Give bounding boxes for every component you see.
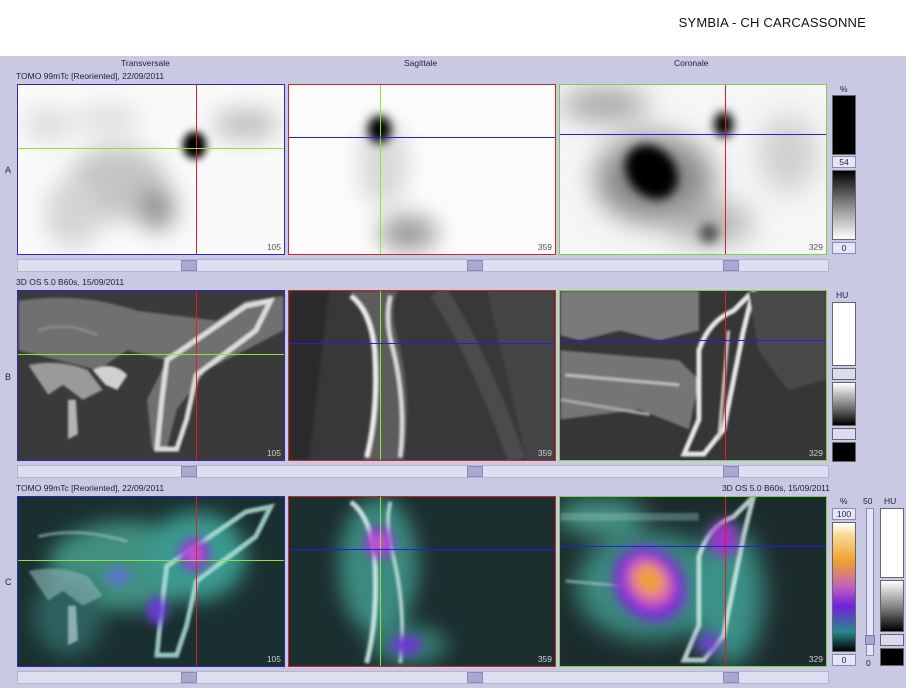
- fusion-color-scale: [832, 522, 856, 652]
- slice-scrollbar-c[interactable]: [17, 671, 829, 684]
- viewport-a-sagittal[interactable]: 359: [288, 84, 556, 255]
- viewport-b-sagittal[interactable]: 359: [288, 290, 556, 461]
- scroll-thumb-sagittal[interactable]: [467, 672, 483, 683]
- fusion-ct-handle[interactable]: [880, 634, 904, 646]
- row-label-b: B: [5, 372, 12, 382]
- scroll-thumb-sagittal[interactable]: [467, 260, 483, 271]
- series-label-row-c-ct: 3D OS 5.0 B60s, 15/09/2011: [721, 483, 830, 493]
- scroll-thumb-coronal[interactable]: [723, 260, 739, 271]
- slice-number: 105: [266, 242, 281, 252]
- ct-coronal-image: [560, 291, 826, 460]
- nm-scale-gradient: [832, 170, 856, 240]
- window-title: SYMBIA - CH CARCASSONNE: [678, 15, 866, 30]
- scroll-thumb-transverse[interactable]: [181, 466, 197, 477]
- ct-transverse-image: [18, 291, 284, 460]
- fusion-ct-gradient: [880, 580, 904, 632]
- blend-min-label: 0: [866, 658, 871, 668]
- scroll-thumb-sagittal[interactable]: [467, 466, 483, 477]
- fusion-coronal-image: [560, 497, 826, 666]
- fusion-sagittal-image: [289, 497, 555, 666]
- row-label-a: A: [5, 165, 12, 175]
- scroll-thumb-transverse[interactable]: [181, 672, 197, 683]
- ct-scale-gradient: [832, 382, 856, 426]
- ct-scale-bottom[interactable]: [832, 442, 856, 462]
- viewport-c-sagittal[interactable]: 359: [288, 496, 556, 667]
- viewport-c-coronal[interactable]: 329: [559, 496, 827, 667]
- slice-number: 359: [537, 242, 552, 252]
- slice-number: 329: [808, 242, 823, 252]
- slice-number: 359: [537, 654, 552, 664]
- slice-number: 105: [266, 654, 281, 664]
- nm-scale-upper-value[interactable]: 54: [832, 156, 856, 168]
- fusion-scale-max[interactable]: 100: [832, 508, 856, 520]
- view-label-transverse: Transversale: [121, 58, 170, 68]
- nm-scale-unit: %: [840, 84, 848, 94]
- view-label-coronal: Coronale: [674, 58, 709, 68]
- viewport-b-coronal[interactable]: 329: [559, 290, 827, 461]
- viewport-a-transverse[interactable]: 105: [17, 84, 285, 255]
- slice-number: 359: [537, 448, 552, 458]
- nm-coronal-image: [560, 88, 818, 246]
- slice-number: 329: [808, 448, 823, 458]
- scroll-thumb-transverse[interactable]: [181, 260, 197, 271]
- view-label-sagittal: Sagittale: [404, 58, 438, 68]
- nm-scale-lower-value[interactable]: 0: [832, 242, 856, 254]
- fusion-ct-scale-top[interactable]: [880, 508, 904, 578]
- fusion-scale-min[interactable]: 0: [832, 654, 856, 666]
- fusion-ct-scale-bottom[interactable]: [880, 648, 904, 666]
- fusion-scale-unit: %: [840, 496, 848, 506]
- slice-number: 329: [808, 654, 823, 664]
- blend-slider-thumb[interactable]: [865, 635, 875, 645]
- ct-window-handle-lower[interactable]: [832, 428, 856, 440]
- slice-scrollbar-b[interactable]: [17, 465, 829, 478]
- fusion-ct-unit: HU: [884, 496, 897, 506]
- nm-transverse-image: [24, 103, 280, 249]
- fusion-transverse-image: [18, 497, 284, 666]
- viewport-c-transverse[interactable]: 105: [17, 496, 285, 667]
- viewport-b-transverse[interactable]: 105: [17, 290, 285, 461]
- nm-scale-top[interactable]: [832, 95, 856, 155]
- series-label-row-b: 3D OS 5.0 B60s, 15/09/2011: [16, 277, 125, 287]
- nm-sagittal-image: [358, 115, 438, 252]
- blend-slider[interactable]: [865, 508, 875, 656]
- series-label-row-c: TOMO 99mTc [Reoriented], 22/09/2011: [16, 483, 165, 493]
- ct-sagittal-image: [289, 291, 555, 460]
- ct-scale-top[interactable]: [832, 302, 856, 366]
- ct-scale-unit: HU: [836, 290, 849, 300]
- title-bar: SYMBIA - CH CARCASSONNE: [0, 0, 906, 56]
- series-label-row-a: TOMO 99mTc [Reoriented], 22/09/2011: [16, 71, 165, 81]
- scroll-thumb-coronal[interactable]: [723, 466, 739, 477]
- ct-window-handle-upper[interactable]: [832, 368, 856, 380]
- viewport-a-coronal[interactable]: 329: [559, 84, 827, 255]
- slice-number: 105: [266, 448, 281, 458]
- row-label-c: C: [5, 577, 12, 587]
- scroll-thumb-coronal[interactable]: [723, 672, 739, 683]
- slice-scrollbar-a[interactable]: [17, 259, 829, 272]
- blend-max-label: 50: [863, 496, 873, 506]
